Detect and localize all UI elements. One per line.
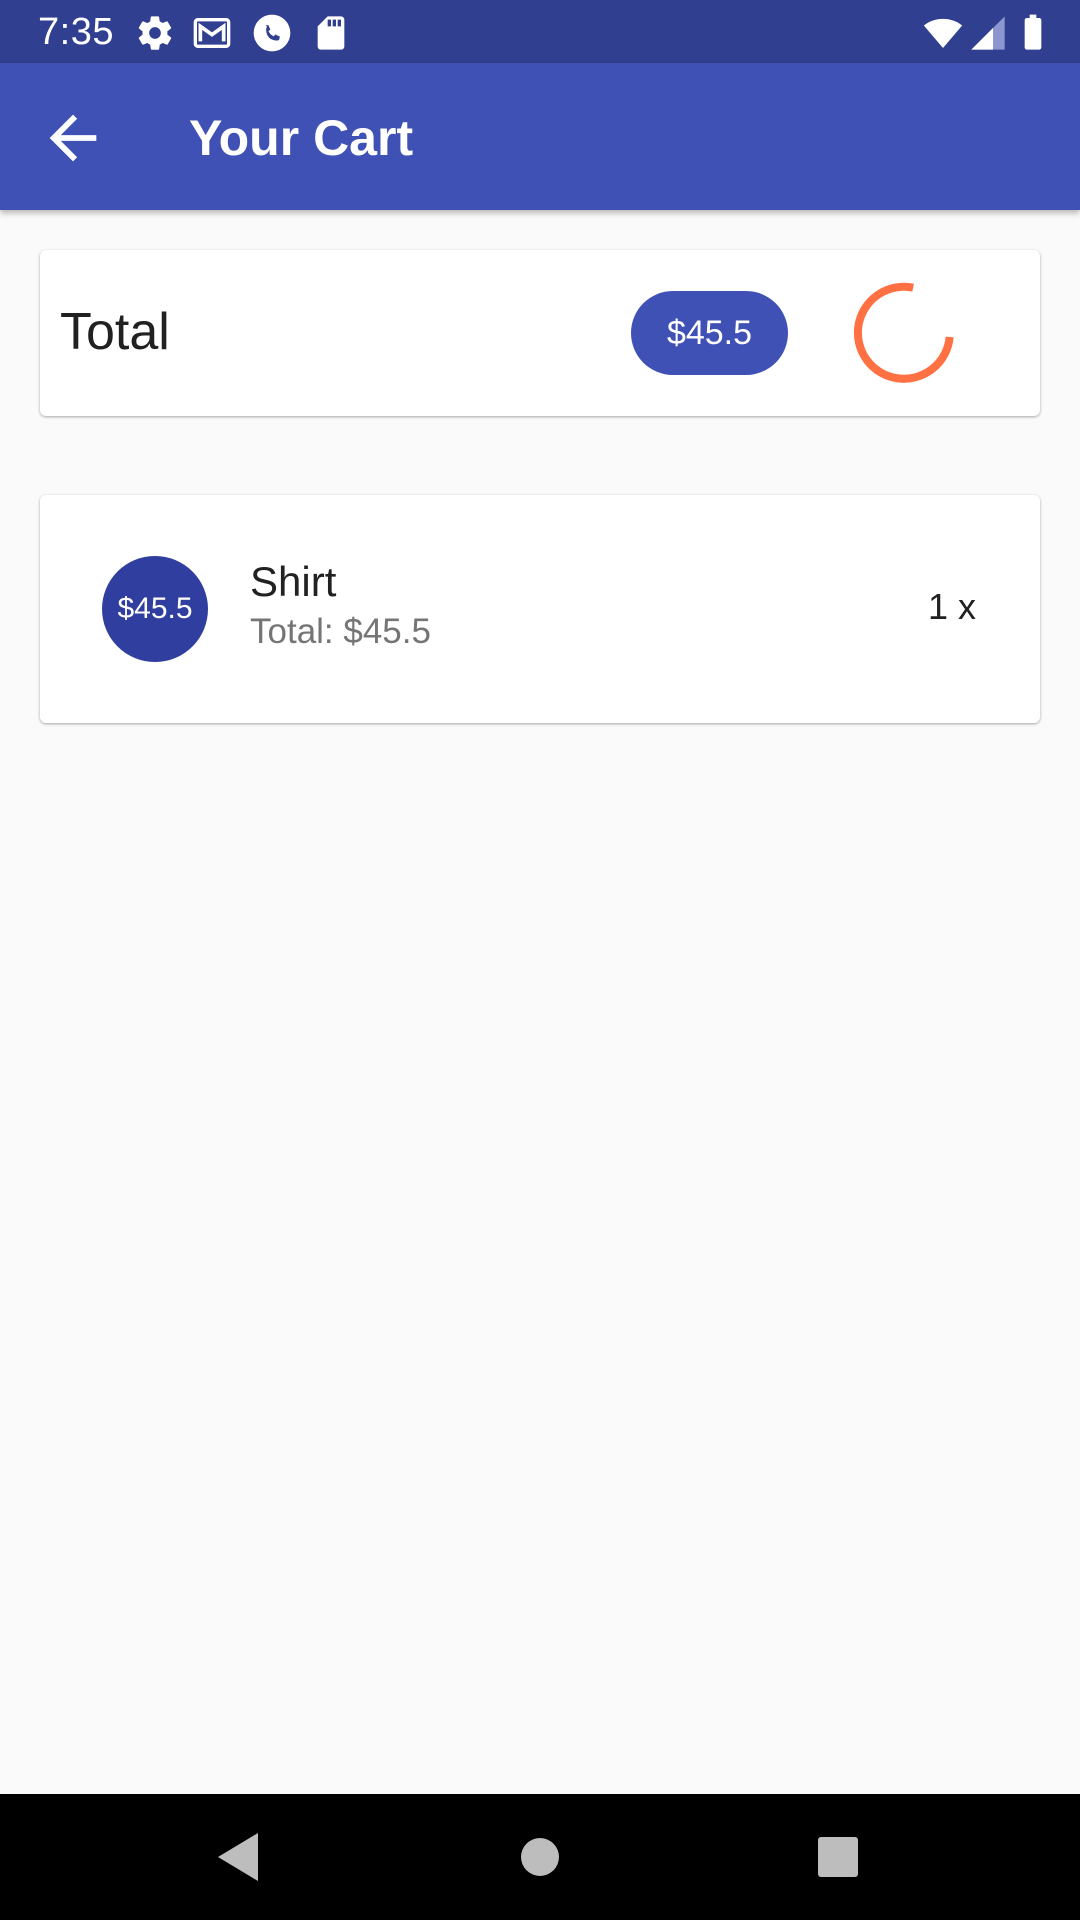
item-quantity: 1 x bbox=[927, 586, 976, 627]
item-total: Total: $45.5 bbox=[250, 612, 431, 651]
item-price-avatar: $45.5 bbox=[102, 556, 208, 662]
status-bar: 7:35 bbox=[0, 0, 1080, 63]
app-bar: Your Cart bbox=[0, 63, 1080, 210]
page-title: Your Cart bbox=[189, 110, 414, 166]
gmail-icon bbox=[193, 18, 231, 48]
recents-square-icon[interactable] bbox=[808, 1827, 868, 1887]
home-circle-icon[interactable] bbox=[510, 1827, 570, 1887]
back-button[interactable] bbox=[38, 103, 108, 173]
total-card: Total $45.5 bbox=[40, 250, 1040, 416]
total-label: Total bbox=[60, 303, 170, 361]
settings-icon bbox=[138, 16, 172, 50]
arrow-back-icon bbox=[49, 114, 97, 162]
item-name: Shirt bbox=[250, 558, 337, 605]
total-amount-chip[interactable]: $45.5 bbox=[631, 291, 788, 375]
cart-item[interactable]: $45.5 Shirt Total: $45.5 1 x bbox=[40, 495, 1040, 723]
back-triangle-icon[interactable] bbox=[210, 1827, 270, 1887]
battery-icon bbox=[1024, 14, 1042, 50]
sd-card-icon bbox=[317, 16, 345, 50]
status-time: 7:35 bbox=[38, 11, 114, 53]
system-nav-bar bbox=[0, 1794, 1080, 1920]
phone-icon bbox=[253, 14, 291, 52]
wifi-icon bbox=[923, 18, 963, 48]
cell-signal-icon bbox=[971, 16, 1005, 50]
loading-spinner-icon bbox=[853, 282, 954, 383]
